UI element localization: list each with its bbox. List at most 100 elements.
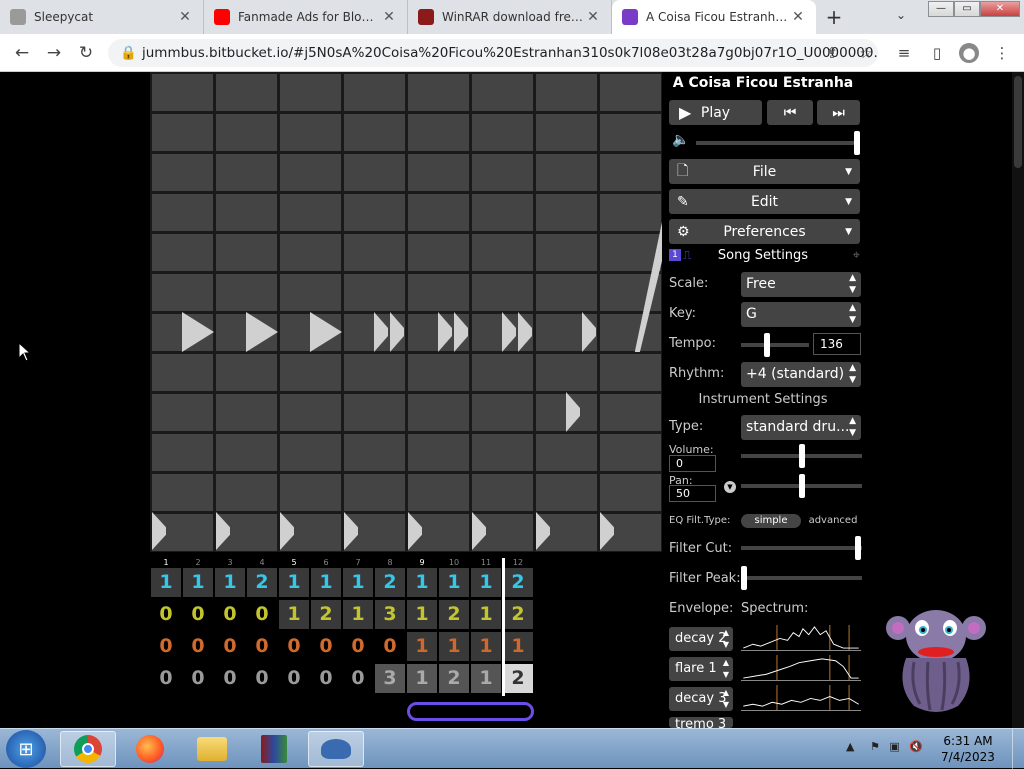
new-tab-button[interactable]: + bbox=[816, 0, 852, 34]
track-pattern-cell[interactable]: 0 bbox=[343, 632, 373, 661]
taskbar-explorer-button[interactable] bbox=[184, 731, 240, 767]
action-center-icon[interactable]: ⚑ bbox=[870, 740, 880, 753]
maximize-button[interactable]: ▭ bbox=[954, 1, 980, 17]
pattern-cell[interactable] bbox=[600, 314, 661, 351]
pattern-cell[interactable] bbox=[600, 474, 661, 511]
track-pattern-cell[interactable]: 0 bbox=[151, 632, 181, 661]
pattern-cell[interactable] bbox=[472, 154, 533, 191]
pattern-cell[interactable] bbox=[472, 194, 533, 231]
browser-tab-active[interactable]: A Coisa Ficou Estranha - ✕ bbox=[612, 0, 816, 34]
taskbar-clock[interactable]: 6:31 AM 7/4/2023 bbox=[938, 733, 998, 765]
pattern-cell[interactable] bbox=[280, 354, 341, 391]
start-button[interactable]: ⊞ bbox=[6, 730, 46, 768]
pattern-cell[interactable] bbox=[408, 394, 469, 431]
filter-peak-knob[interactable] bbox=[741, 566, 747, 590]
track-pattern-cell[interactable]: 0 bbox=[279, 664, 309, 693]
pattern-cell[interactable] bbox=[408, 114, 469, 151]
reload-icon[interactable]: ↻ bbox=[70, 37, 102, 69]
pattern-cell[interactable] bbox=[408, 474, 469, 511]
pattern-cell[interactable] bbox=[152, 354, 213, 391]
envelope-select[interactable]: flare 1 ▲ ▼ bbox=[669, 657, 733, 681]
scrollbar-thumb[interactable] bbox=[1014, 76, 1022, 168]
pattern-cell[interactable] bbox=[216, 114, 277, 151]
track-pattern-cell[interactable]: 0 bbox=[375, 632, 405, 661]
file-menu[interactable]: 🗋 File ▼ bbox=[669, 159, 860, 184]
preferences-menu[interactable]: ⚙ Preferences ▼ bbox=[669, 219, 860, 244]
pattern-cell[interactable] bbox=[600, 114, 661, 151]
browser-tab[interactable]: Sleepycat ✕ bbox=[0, 0, 204, 34]
track-pattern-cell[interactable]: 0 bbox=[183, 632, 213, 661]
taskbar-app-button[interactable] bbox=[308, 731, 364, 767]
tempo-slider[interactable] bbox=[741, 343, 809, 347]
pattern-cell[interactable] bbox=[408, 234, 469, 271]
pattern-cell[interactable] bbox=[408, 194, 469, 231]
pattern-cell[interactable] bbox=[280, 434, 341, 471]
scale-select[interactable]: Free ▲ ▼ bbox=[741, 272, 861, 297]
pattern-cell[interactable] bbox=[600, 434, 661, 471]
previous-bar-button[interactable]: ⏮ bbox=[767, 100, 813, 125]
pattern-cell[interactable] bbox=[600, 394, 661, 431]
pattern-cell[interactable] bbox=[152, 154, 213, 191]
track-pattern-cell[interactable]: 1 bbox=[407, 664, 437, 693]
track-pattern-cell[interactable]: 0 bbox=[151, 600, 181, 629]
back-arrow-icon[interactable]: ← bbox=[6, 37, 38, 69]
pattern-cell[interactable] bbox=[536, 474, 597, 511]
pattern-cell[interactable] bbox=[216, 194, 277, 231]
close-tab-icon[interactable]: ✕ bbox=[177, 9, 193, 25]
pattern-cell[interactable] bbox=[280, 234, 341, 271]
pattern-cell[interactable] bbox=[536, 74, 597, 111]
pattern-cell[interactable] bbox=[280, 154, 341, 191]
page-scrollbar[interactable] bbox=[1012, 72, 1024, 728]
track-pattern-cell[interactable]: 0 bbox=[247, 664, 277, 693]
track-pattern-cell[interactable]: 1 bbox=[151, 568, 181, 597]
pattern-cell[interactable] bbox=[152, 434, 213, 471]
taskbar-firefox-button[interactable] bbox=[122, 731, 178, 767]
track-pattern-cell[interactable]: 1 bbox=[215, 568, 245, 597]
instrument-type-select[interactable]: standard dru... ▲ ▼ bbox=[741, 415, 861, 440]
close-tab-icon[interactable]: ✕ bbox=[381, 9, 397, 25]
pattern-cell[interactable] bbox=[344, 194, 405, 231]
pan-input[interactable]: 50 bbox=[669, 485, 716, 502]
pattern-cell[interactable] bbox=[536, 434, 597, 471]
track-pattern-cell[interactable]: 2 bbox=[375, 568, 405, 597]
pattern-cell[interactable] bbox=[216, 154, 277, 191]
track-pattern-cell[interactable]: 1 bbox=[439, 568, 469, 597]
track-pattern-cell[interactable]: 1 bbox=[279, 600, 309, 629]
pattern-cell[interactable] bbox=[536, 194, 597, 231]
pattern-cell[interactable] bbox=[472, 114, 533, 151]
pan-dropdown-icon[interactable]: ▼ bbox=[724, 481, 736, 493]
pattern-cell[interactable] bbox=[344, 274, 405, 311]
envelope-select[interactable]: decay 2 ▲ ▼ bbox=[669, 627, 733, 651]
pattern-cell[interactable] bbox=[472, 234, 533, 271]
menu-kebab-icon[interactable]: ⋮ bbox=[992, 43, 1012, 63]
master-volume-slider[interactable] bbox=[696, 141, 858, 145]
track-pattern-cell[interactable]: 1 bbox=[471, 600, 501, 629]
track-pattern-cell[interactable]: 1 bbox=[471, 664, 501, 693]
minimize-button[interactable]: — bbox=[928, 1, 954, 17]
pattern-cell[interactable] bbox=[216, 434, 277, 471]
waveform-badge-icon[interactable]: 1 bbox=[669, 249, 681, 261]
pattern-cell[interactable] bbox=[472, 394, 533, 431]
track-pattern-cell[interactable]: 0 bbox=[215, 632, 245, 661]
pan-knob[interactable] bbox=[799, 474, 805, 498]
browser-tab[interactable]: Fanmade Ads for BlobBUI ✕ bbox=[204, 0, 408, 34]
share-icon[interactable]: ⇪ bbox=[822, 43, 842, 63]
pattern-cell[interactable] bbox=[472, 354, 533, 391]
track-pattern-cell[interactable]: 0 bbox=[247, 632, 277, 661]
pattern-cell[interactable] bbox=[152, 234, 213, 271]
pattern-cell[interactable] bbox=[344, 354, 405, 391]
spectrum-editor[interactable] bbox=[741, 685, 861, 711]
spectrum-editor[interactable] bbox=[741, 625, 861, 651]
pattern-cell[interactable] bbox=[152, 474, 213, 511]
key-select[interactable]: G ▲ ▼ bbox=[741, 302, 861, 327]
pattern-cell[interactable] bbox=[216, 274, 277, 311]
rhythm-select[interactable]: +4 (standard) ▲ ▼ bbox=[741, 362, 861, 387]
pattern-cell[interactable] bbox=[152, 74, 213, 111]
pattern-cell[interactable] bbox=[280, 394, 341, 431]
pattern-cell[interactable] bbox=[408, 74, 469, 111]
pattern-cell[interactable] bbox=[536, 114, 597, 151]
pattern-cell[interactable] bbox=[472, 474, 533, 511]
track-pattern-cell[interactable]: 2 bbox=[503, 664, 533, 693]
track-pattern-cell[interactable]: 0 bbox=[343, 664, 373, 693]
track-pattern-cell[interactable]: 1 bbox=[343, 568, 373, 597]
